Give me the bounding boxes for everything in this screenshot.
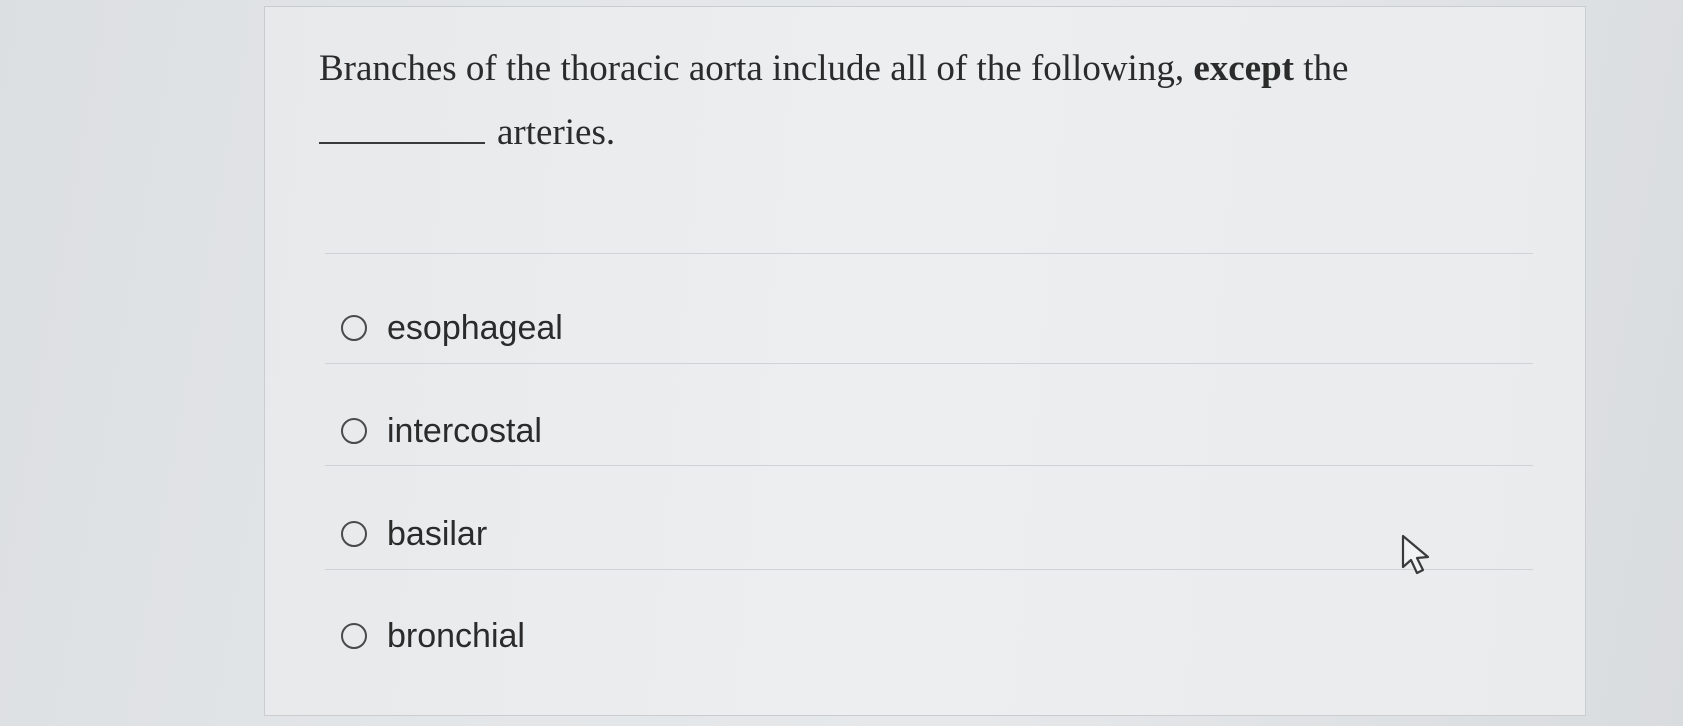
option-bronchial[interactable]: bronchial bbox=[341, 611, 525, 661]
question-card: Branches of the thoracic aorta include a… bbox=[264, 6, 1586, 716]
divider bbox=[325, 465, 1533, 466]
question-emphasis: except bbox=[1193, 48, 1294, 89]
question-text: Branches of the thoracic aorta include a… bbox=[319, 37, 1519, 165]
question-text-after: the bbox=[1303, 48, 1349, 89]
option-label: intercostal bbox=[387, 411, 542, 450]
question-line2: arteries. bbox=[497, 112, 616, 153]
answer-blank bbox=[319, 141, 485, 144]
option-esophageal[interactable]: esophageal bbox=[341, 303, 563, 353]
mouse-pointer-icon bbox=[1401, 534, 1430, 575]
divider bbox=[325, 569, 1533, 570]
option-intercostal[interactable]: intercostal bbox=[341, 406, 542, 456]
question-text-before: Branches of the thoracic aorta include a… bbox=[319, 48, 1185, 89]
divider bbox=[325, 253, 1533, 254]
radio-button[interactable] bbox=[341, 315, 367, 341]
option-label: esophageal bbox=[387, 308, 563, 347]
radio-button[interactable] bbox=[341, 418, 367, 444]
option-label: bronchial bbox=[387, 616, 525, 655]
radio-button[interactable] bbox=[341, 521, 367, 547]
option-label: basilar bbox=[387, 514, 488, 553]
divider bbox=[325, 363, 1533, 364]
radio-button[interactable] bbox=[341, 623, 367, 649]
option-basilar[interactable]: basilar bbox=[341, 509, 487, 559]
